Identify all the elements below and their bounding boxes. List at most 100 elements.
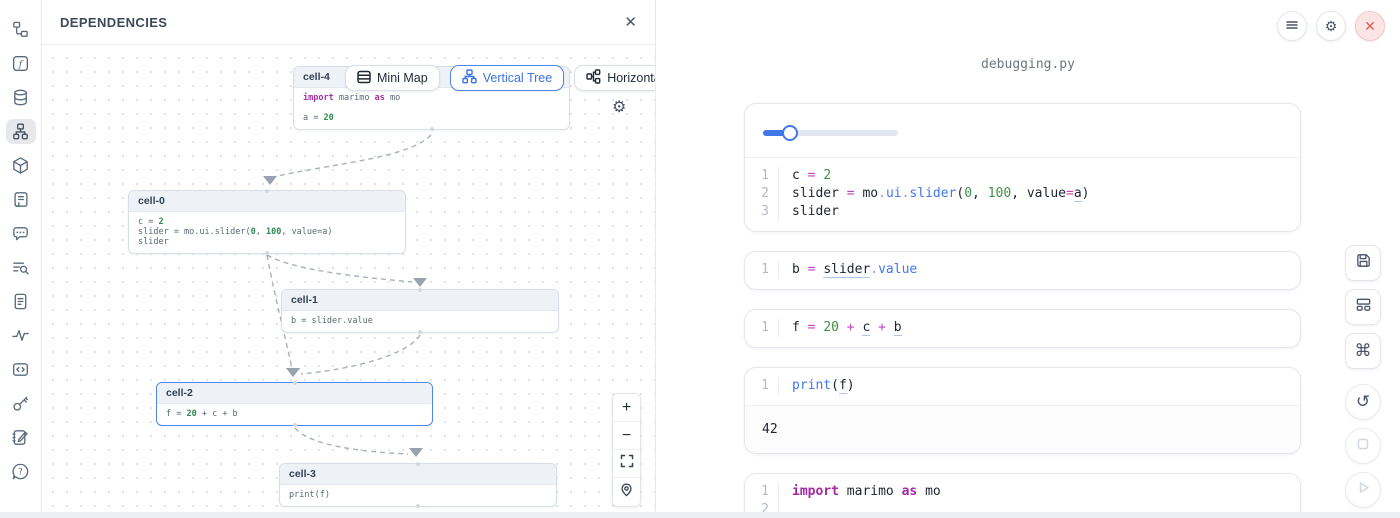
close-icon: ✕ — [1364, 18, 1376, 35]
horizontal-scrollbar[interactable] — [0, 512, 1400, 518]
graph-settings-button[interactable]: ⚙ — [612, 97, 626, 117]
code-line: 1 c = 2 — [745, 167, 1300, 185]
sidebar-tracing-button[interactable] — [6, 323, 36, 348]
vertical-tree-icon — [462, 69, 477, 87]
sidebar-chat-button[interactable] — [6, 221, 36, 246]
cell-console-output: 42 — [745, 405, 1300, 453]
horizontal-tree-button[interactable]: Horizontal Tree — [574, 65, 655, 91]
graph-node-cell-1[interactable]: cell-1 b = slider.value — [281, 289, 559, 333]
edge-cell-4-to-cell-0 — [273, 135, 431, 177]
play-icon — [1356, 480, 1371, 500]
notebook-cell[interactable]: 1 print(f) 42 — [744, 367, 1301, 454]
zoom-out-button[interactable]: − — [613, 422, 640, 450]
locate-button[interactable] — [613, 478, 640, 506]
graph-node-cell-2[interactable]: cell-2 f = 20 + c + b — [156, 382, 433, 426]
outline-icon — [11, 360, 30, 379]
notebook-cell[interactable]: 1 f = 20 + c + b — [744, 309, 1301, 348]
sidebar-secrets-button[interactable] — [6, 391, 36, 416]
graph-zoom-controls: + − — [612, 393, 641, 507]
sidebar-outline-button[interactable] — [6, 357, 36, 382]
cell-editor[interactable]: 1 f = 20 + c + b — [745, 310, 1300, 347]
help-icon: ? — [11, 462, 30, 481]
tracing-icon — [11, 326, 30, 345]
edge-arrowhead — [409, 448, 423, 457]
command-icon: ⌘ — [1355, 341, 1372, 361]
sidebar-dependencies-button[interactable] — [6, 119, 36, 144]
graph-node-title: cell-1 — [282, 290, 558, 311]
stop-icon — [1356, 436, 1370, 456]
graph-node-cell-3[interactable]: cell-3 print(f) — [279, 463, 557, 507]
cells-column: 1 c = 2 2 slider = mo.ui.slider(0, 100, … — [744, 0, 1301, 518]
snippets-icon — [11, 292, 30, 311]
sidebar-variables-button[interactable]: f — [6, 51, 36, 76]
minus-icon: − — [622, 427, 631, 445]
cell-editor[interactable]: 1 b = slider.value — [745, 252, 1300, 289]
edge-cell-2-to-cell-3 — [295, 428, 408, 454]
zoom-in-button[interactable]: + — [613, 394, 640, 422]
sidebar-scratchpad-button[interactable] — [6, 425, 36, 450]
sidebar-help-button[interactable]: ? — [6, 459, 36, 484]
line-number: 1 — [745, 483, 779, 501]
logs-icon — [11, 258, 30, 277]
dependencies-title: DEPENDENCIES — [60, 15, 167, 30]
graph-node-title: cell-0 — [129, 191, 405, 212]
edge-arrowhead — [263, 176, 277, 185]
graph-view-toolbar: Mini Map Vertical Tree Horizontal Tree — [345, 65, 655, 91]
cell-editor[interactable]: 1 c = 2 2 slider = mo.ui.slider(0, 100, … — [745, 158, 1300, 231]
svg-text:?: ? — [18, 468, 23, 478]
code-line: 1 b = slider.value — [745, 261, 1300, 279]
sidebar-datasources-button[interactable] — [6, 85, 36, 110]
menu-button[interactable] — [1277, 11, 1307, 41]
code-line: 1 f = 20 + c + b — [745, 319, 1300, 337]
gear-icon: ⚙ — [1325, 18, 1338, 35]
close-panel-button[interactable]: ✕ — [624, 15, 637, 30]
variables-icon: f — [11, 54, 30, 73]
stop-button — [1345, 428, 1381, 464]
mini-map-label: Mini Map — [377, 71, 428, 85]
line-number: 1 — [745, 319, 779, 337]
layout-icon — [1355, 296, 1372, 318]
sidebar-file-explorer-button[interactable] — [6, 17, 36, 42]
graph-node-cell-0[interactable]: cell-0 c = 2slider = mo.ui.slider(0, 100… — [128, 190, 406, 254]
edge-cell-0-to-cell-1 — [267, 255, 412, 282]
close-icon: ✕ — [624, 14, 637, 31]
slider-widget[interactable] — [763, 130, 898, 136]
vertical-tree-button[interactable]: Vertical Tree — [450, 65, 564, 91]
gear-icon: ⚙ — [612, 99, 626, 116]
sidebar-logs-button[interactable] — [6, 255, 36, 280]
notebook-action-buttons: ⌘ ↺ — [1345, 245, 1381, 516]
save-button[interactable] — [1345, 245, 1381, 281]
run-all-button — [1345, 472, 1381, 508]
shortcuts-button[interactable]: ⌘ — [1345, 333, 1381, 369]
fit-view-icon — [620, 454, 634, 473]
undo-button[interactable]: ↺ — [1345, 384, 1381, 420]
dependencies-header: DEPENDENCIES ✕ — [42, 0, 655, 45]
notebook-panel: ⚙ ✕ debugging.py 1 c = 2 2 slider = mo.u… — [656, 0, 1400, 518]
layout-button[interactable] — [1345, 289, 1381, 325]
notebook-cell[interactable]: 1 b = slider.value — [744, 251, 1301, 290]
fit-view-button[interactable] — [613, 450, 640, 478]
menu-icon — [1285, 18, 1299, 35]
horizontal-tree-icon — [586, 69, 601, 87]
scratchpad-icon — [11, 428, 30, 447]
slider-thumb[interactable] — [782, 125, 798, 141]
dependency-graph-canvas[interactable]: Mini Map Vertical Tree Horizontal Tree ⚙… — [42, 45, 655, 518]
notebook-topbar: ⚙ ✕ — [1277, 11, 1385, 41]
sidebar-snippets-button[interactable] — [6, 289, 36, 314]
settings-button[interactable]: ⚙ — [1316, 11, 1346, 41]
notebook-cell[interactable]: 1 c = 2 2 slider = mo.ui.slider(0, 100, … — [744, 103, 1301, 232]
datasources-icon — [11, 88, 30, 107]
graph-node-code: c = 2slider = mo.ui.slider(0, 100, value… — [129, 212, 405, 253]
mini-map-button[interactable]: Mini Map — [345, 65, 440, 91]
cell-editor[interactable]: 1 print(f) — [745, 368, 1300, 405]
secrets-icon — [11, 394, 30, 413]
app-window: f ? DEPENDENCIES ✕ Mini Map Vertical Tre… — [0, 0, 1400, 518]
sidebar-documentation-button[interactable] — [6, 187, 36, 212]
locate-pin-icon — [620, 483, 633, 502]
plus-icon: + — [622, 399, 631, 417]
sidebar-packages-button[interactable] — [6, 153, 36, 178]
shutdown-button[interactable]: ✕ — [1355, 11, 1385, 41]
horizontal-tree-label: Horizontal Tree — [607, 71, 655, 85]
code-line: 2 slider = mo.ui.slider(0, 100, value=a) — [745, 185, 1300, 203]
dependencies-panel: DEPENDENCIES ✕ Mini Map Vertical Tree Ho… — [42, 0, 656, 518]
